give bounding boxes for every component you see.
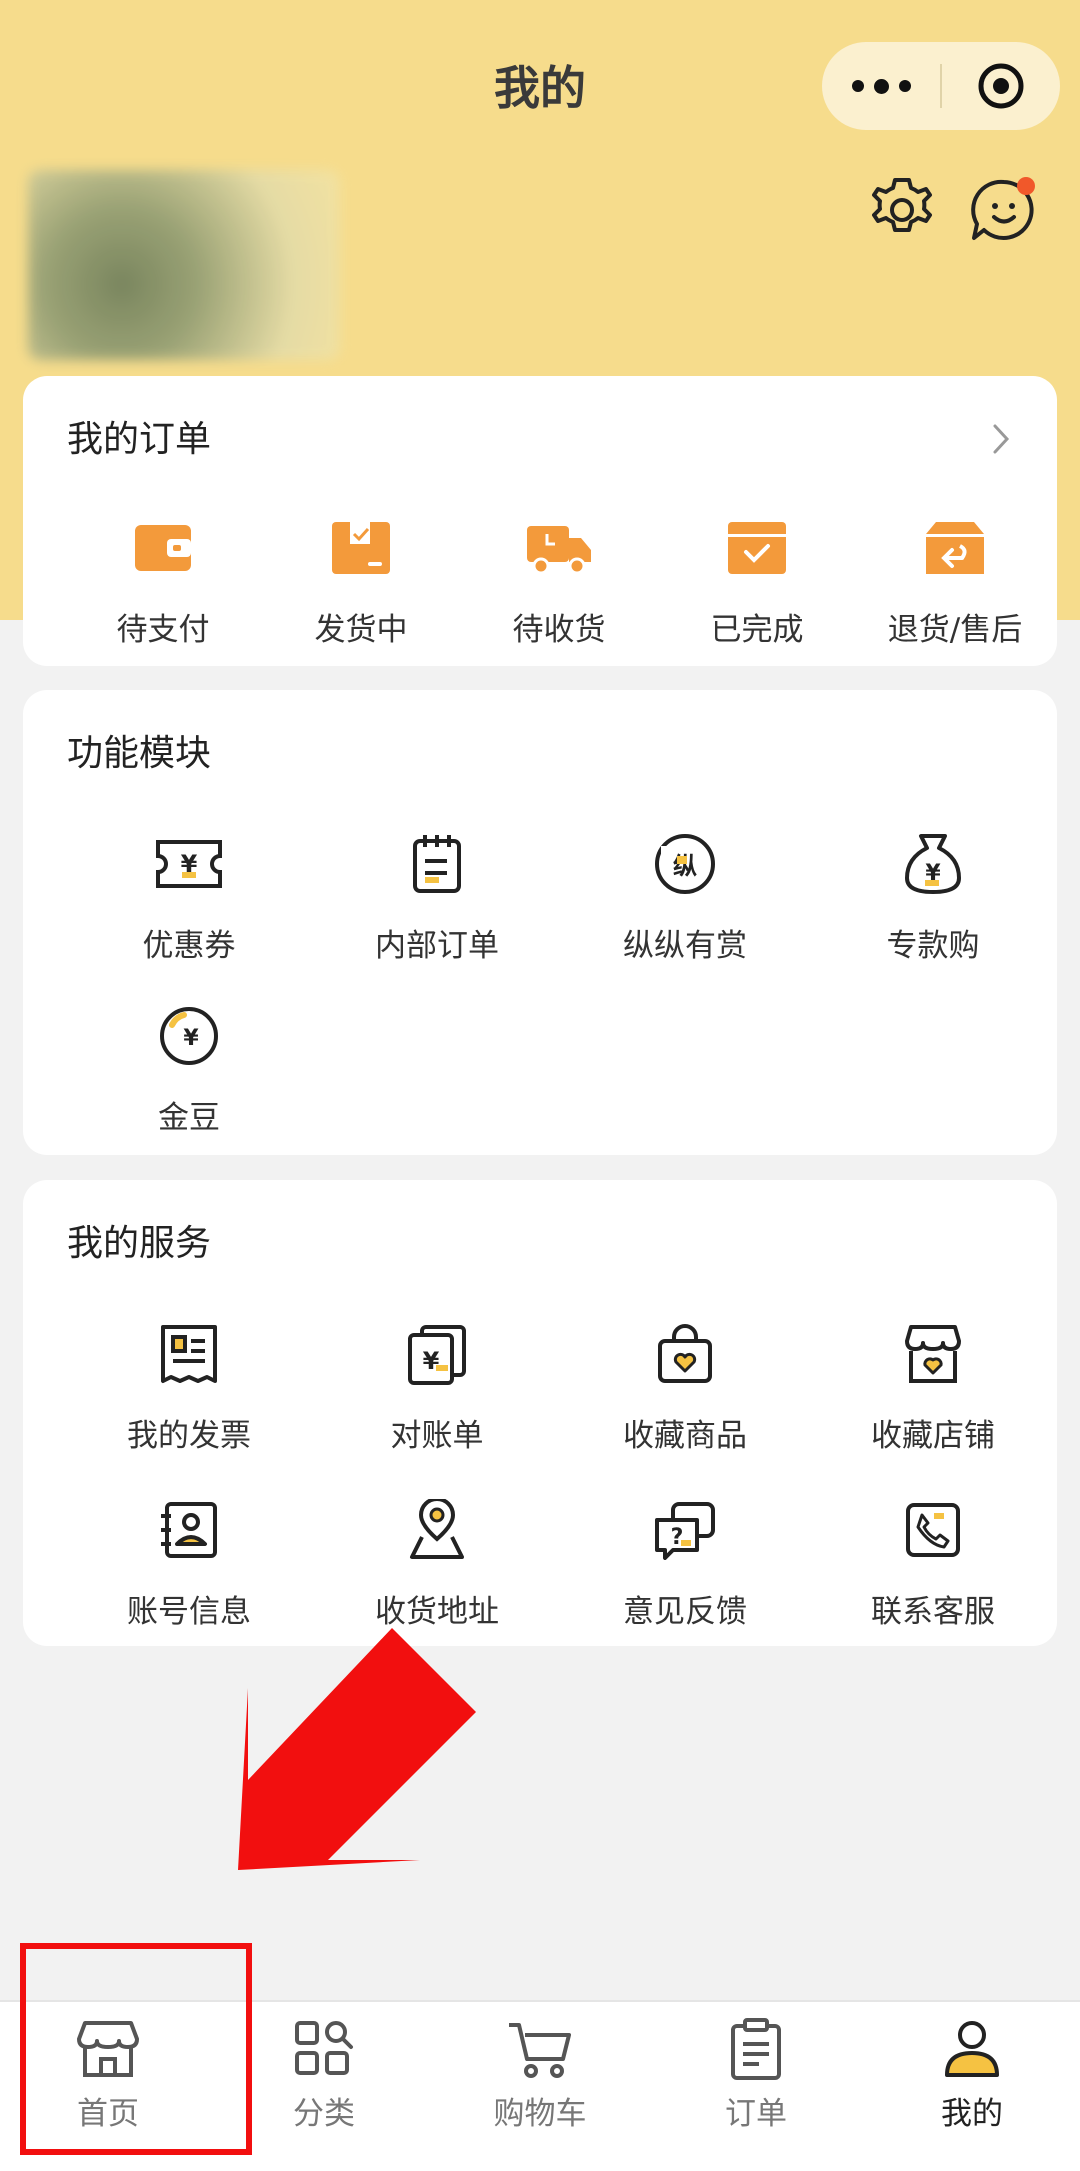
service-favorite-stores[interactable]: 收藏店铺	[833, 1312, 1033, 1455]
services-title: 我的服务	[67, 1223, 212, 1264]
completed-box-icon	[728, 522, 786, 574]
tab-cart[interactable]: 购物车	[450, 2014, 630, 2133]
category-grid-icon	[295, 2021, 353, 2075]
service-label: 收藏商品	[623, 1418, 747, 1454]
tab-category[interactable]: 分类	[234, 2014, 414, 2133]
feature-gold-beans[interactable]: ¥ 金豆	[89, 994, 289, 1137]
coupon-icon: ¥	[156, 840, 222, 888]
wallet-icon	[135, 525, 191, 571]
service-address[interactable]: 收货地址	[337, 1488, 537, 1631]
service-label: 收货地址	[375, 1594, 499, 1630]
dot	[873, 78, 889, 94]
orders-title: 我的订单	[67, 419, 212, 460]
tab-label: 我的	[941, 2096, 1003, 2132]
chat-smile-icon	[971, 177, 1035, 240]
chevron-right-icon[interactable]	[987, 414, 1017, 464]
invoice-icon	[161, 1325, 217, 1383]
tab-mine[interactable]: 我的	[882, 2014, 1062, 2133]
user-icon	[945, 2021, 999, 2077]
service-statement[interactable]: ¥ 对账单	[337, 1312, 537, 1455]
order-awaiting-receipt[interactable]: 待收货	[459, 506, 659, 649]
feature-rewards[interactable]: 纵 纵纵有赏	[585, 822, 785, 965]
svg-text:?: ?	[671, 1525, 684, 1550]
tab-label: 分类	[293, 2096, 355, 2132]
order-label: 退货/售后	[887, 612, 1023, 648]
order-completed[interactable]: 已完成	[657, 506, 857, 649]
service-favorite-products[interactable]: 收藏商品	[585, 1312, 785, 1455]
statement-icon: ¥	[408, 1325, 466, 1385]
dot	[851, 80, 864, 92]
location-pin-icon	[410, 1499, 464, 1559]
features-title: 功能模块	[67, 733, 212, 774]
service-label: 意见反馈	[623, 1594, 747, 1630]
feature-coupon[interactable]: ¥ 优惠券	[89, 822, 289, 965]
service-label: 账号信息	[127, 1594, 251, 1630]
mini-program-capsule	[822, 42, 1060, 130]
services-card: 我的服务 我的发票 ¥ 对账单 收藏商品 收藏店铺 账号信息 收货地址 ? 意见…	[23, 1180, 1057, 1646]
service-invoice[interactable]: 我的发票	[89, 1312, 289, 1455]
gold-bean-icon: ¥	[160, 1007, 218, 1065]
service-customer-support[interactable]: 联系客服	[833, 1488, 1033, 1631]
order-pending-payment[interactable]: 待支付	[63, 506, 263, 649]
notification-dot	[1017, 177, 1035, 195]
favorite-product-icon	[658, 1324, 712, 1383]
tab-label: 订单	[725, 2096, 787, 2132]
favorite-store-icon	[905, 1325, 961, 1383]
features-card: 功能模块 ¥ 优惠券 内部订单 纵 纵纵有赏 ¥ 专款购 ¥ 金豆	[23, 690, 1057, 1155]
feature-label: 纵纵有赏	[623, 928, 747, 964]
tab-orders[interactable]: 订单	[666, 2014, 846, 2133]
close-mini-program-button[interactable]	[942, 42, 1060, 130]
order-label: 待支付	[116, 612, 210, 648]
tab-label: 购物车	[493, 2096, 587, 2132]
order-label: 已完成	[710, 612, 804, 648]
feature-label: 专款购	[886, 928, 980, 964]
delivery-truck-icon	[527, 526, 591, 575]
reward-badge-icon: 纵	[655, 834, 715, 894]
highlight-box	[20, 1943, 252, 2155]
cart-icon	[509, 2023, 571, 2078]
settings-button[interactable]	[864, 172, 940, 248]
dot	[898, 80, 911, 92]
target-icon	[978, 63, 1024, 109]
orders-card: 我的订单 待支付 发货中 待收货 已完成 退货/售后	[23, 376, 1057, 666]
user-profile-blurred[interactable]	[28, 170, 340, 360]
gear-icon	[872, 178, 932, 232]
service-label: 联系客服	[871, 1594, 995, 1630]
feature-label: 金豆	[158, 1100, 220, 1136]
feature-label: 优惠券	[142, 928, 236, 964]
account-info-icon	[161, 1502, 217, 1558]
service-label: 我的发票	[127, 1418, 251, 1454]
notepad-icon	[413, 835, 461, 893]
order-label: 发货中	[314, 612, 408, 648]
svg-text:¥: ¥	[183, 1026, 199, 1051]
service-label: 收藏店铺	[871, 1418, 995, 1454]
service-account-info[interactable]: 账号信息	[89, 1488, 289, 1631]
customer-service-icon	[906, 1503, 960, 1557]
order-label: 待收货	[512, 612, 606, 648]
feedback-icon: ?	[655, 1502, 715, 1560]
feature-special-purchase[interactable]: ¥ 专款购	[833, 822, 1033, 965]
package-icon	[332, 522, 390, 574]
message-button[interactable]	[966, 172, 1042, 248]
feature-internal-orders[interactable]: 内部订单	[337, 822, 537, 965]
service-feedback[interactable]: ? 意见反馈	[585, 1488, 785, 1631]
order-shipping[interactable]: 发货中	[261, 506, 461, 649]
money-bag-icon: ¥	[905, 834, 961, 894]
service-label: 对账单	[390, 1418, 484, 1454]
more-options-button[interactable]	[822, 42, 940, 130]
feature-label: 内部订单	[375, 928, 499, 964]
clipboard-icon	[731, 2018, 781, 2080]
return-box-icon	[926, 522, 984, 574]
order-returns[interactable]: 退货/售后	[855, 506, 1055, 649]
